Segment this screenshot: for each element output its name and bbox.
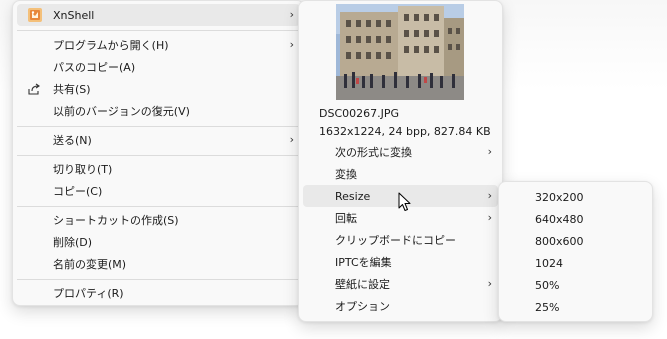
menu-item-label: クリップボードにコピー — [335, 234, 456, 247]
file-info: 1632x1224, 24 bpp, 827.84 KB — [319, 125, 491, 138]
menu-item-label: Resize — [335, 189, 371, 203]
menu-item-open-with[interactable]: プログラムから開く(H) › — [17, 34, 300, 56]
menu-item-label: XnShell — [53, 8, 95, 22]
menu-item-label: プロパティ(R) — [53, 287, 124, 300]
resize-submenu: 320x200 640x480 800x600 1024 50% 25% — [498, 181, 653, 322]
menu-item-resize-option[interactable]: 800x600 — [503, 230, 648, 252]
menu-item-label: 変換 — [335, 168, 357, 181]
menu-separator — [17, 155, 300, 156]
menu-item-label: IPTCを編集 — [335, 256, 392, 269]
menu-item-label: 25% — [535, 300, 560, 314]
menu-item-share[interactable]: 共有(S) — [17, 78, 300, 100]
menu-item-properties[interactable]: プロパティ(R) — [17, 282, 300, 304]
menu-item-delete[interactable]: 削除(D) — [17, 231, 300, 253]
menu-item-options[interactable]: オプション — [303, 295, 498, 317]
menu-item-label: プログラムから開く(H) — [53, 39, 169, 52]
chevron-right-icon: › — [487, 211, 492, 224]
share-icon — [27, 82, 41, 96]
menu-item-create-shortcut[interactable]: ショートカットの作成(S) — [17, 209, 300, 231]
xnshell-icon — [27, 7, 43, 23]
menu-item-restore-previous[interactable]: 以前のバージョンの復元(V) — [17, 100, 300, 122]
menu-separator — [17, 126, 300, 127]
menu-item-label: 320x200 — [535, 190, 584, 204]
menu-item-label: 以前のバージョンの復元(V) — [53, 105, 190, 118]
menu-item-copy-clipboard[interactable]: クリップボードにコピー — [303, 229, 498, 251]
menu-item-xnshell[interactable]: XnShell › — [17, 4, 300, 26]
chevron-right-icon: › — [487, 277, 492, 290]
menu-item-resize-option[interactable]: 25% — [503, 296, 648, 318]
mouse-cursor-icon — [398, 192, 412, 212]
menu-item-label: 送る(N) — [53, 134, 92, 147]
menu-item-resize-option[interactable]: 1024 — [503, 252, 648, 274]
menu-item-resize-option[interactable]: 640x480 — [503, 208, 648, 230]
menu-item-convert[interactable]: 変換 — [303, 163, 498, 185]
menu-item-resize-option[interactable]: 50% — [503, 274, 648, 296]
menu-item-label: コピー(C) — [53, 185, 103, 198]
chevron-right-icon: › — [487, 189, 492, 202]
menu-item-label: ショートカットの作成(S) — [53, 214, 179, 227]
menu-item-cut[interactable]: 切り取り(T) — [17, 158, 300, 180]
menu-item-set-wallpaper[interactable]: 壁紙に設定 › — [303, 273, 498, 295]
chevron-right-icon: › — [289, 133, 294, 146]
menu-separator — [17, 206, 300, 207]
photo-preview — [336, 4, 464, 100]
menu-item-label: 回転 — [335, 212, 357, 225]
menu-item-send-to[interactable]: 送る(N) › — [17, 129, 300, 151]
menu-item-convert-to[interactable]: 次の形式に変換 › — [303, 141, 498, 163]
menu-item-copy[interactable]: コピー(C) — [17, 180, 300, 202]
menu-item-label: 1024 — [535, 256, 563, 270]
menu-item-label: オプション — [335, 300, 390, 313]
menu-item-label: 共有(S) — [53, 83, 91, 96]
menu-item-label: 640x480 — [535, 212, 584, 226]
xnshell-submenu: DSC00267.JPG 1632x1224, 24 bpp, 827.84 K… — [298, 0, 503, 322]
menu-item-rename[interactable]: 名前の変更(M) — [17, 253, 300, 275]
file-name: DSC00267.JPG — [319, 107, 400, 120]
menu-item-label: 名前の変更(M) — [53, 258, 127, 271]
menu-item-label: 50% — [535, 278, 560, 292]
chevron-right-icon: › — [289, 38, 294, 51]
menu-item-label: 800x600 — [535, 234, 584, 248]
menu-item-label: 削除(D) — [53, 236, 93, 249]
context-menu: XnShell › プログラムから開く(H) › パスのコピー(A) 共有(S)… — [12, 0, 305, 306]
menu-item-label: 壁紙に設定 — [335, 278, 390, 291]
menu-item-label: 次の形式に変換 — [335, 146, 412, 159]
chevron-right-icon: › — [487, 145, 492, 158]
chevron-right-icon: › — [289, 8, 294, 21]
menu-item-iptc-edit[interactable]: IPTCを編集 — [303, 251, 498, 273]
menu-item-copy-path[interactable]: パスのコピー(A) — [17, 56, 300, 78]
menu-item-label: パスのコピー(A) — [53, 61, 136, 74]
menu-separator — [17, 279, 300, 280]
menu-separator — [17, 30, 300, 31]
menu-item-label: 切り取り(T) — [53, 163, 113, 176]
menu-item-resize-option[interactable]: 320x200 — [503, 186, 648, 208]
